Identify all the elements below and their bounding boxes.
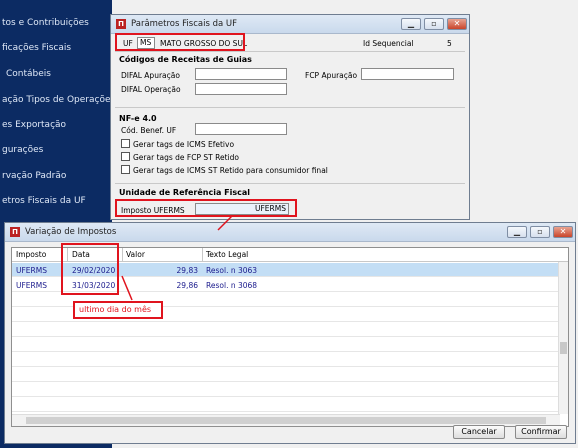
- fcp-st-retido-label: Gerar tags de FCP ST Retido: [133, 153, 239, 162]
- icms-efetivo-checkbox[interactable]: [121, 139, 130, 148]
- sidebar-item-exportacao[interactable]: es Exportação: [0, 116, 112, 134]
- app-logo-icon: Π: [116, 19, 126, 29]
- fcp-apuracao-label: FCP Apuração: [305, 71, 358, 80]
- cod-benef-label: Cód. Benef. UF: [121, 126, 177, 135]
- sidebar-item-label: etros Fiscais da UF: [2, 196, 86, 206]
- parametros-fiscais-window: Π Parâmetros Fiscais da UF ▁ ▫ ✕ UF MS M…: [110, 14, 470, 220]
- icms-st-consumidor-checkbox[interactable]: [121, 165, 130, 174]
- window-title: Variação de Impostos: [25, 227, 117, 237]
- highlight-data-column: [61, 243, 119, 295]
- scroll-thumb[interactable]: [560, 342, 567, 354]
- title-bar: Π Parâmetros Fiscais da UF ▁ ▫ ✕: [111, 15, 469, 34]
- scroll-thumb[interactable]: [26, 417, 546, 424]
- vertical-scrollbar[interactable]: [558, 262, 568, 414]
- group-title: Unidade de Referência Fiscal: [119, 188, 251, 197]
- group-title: NF-e 4.0: [119, 114, 157, 123]
- restore-button[interactable]: ▫: [530, 226, 550, 238]
- title-bar: Π Variação de Impostos ▁ ▫ ✕: [5, 223, 575, 242]
- cell-texto-legal: Resol. n 3068: [206, 281, 258, 290]
- icms-efetivo-label: Gerar tags de ICMS Efetivo: [133, 140, 235, 149]
- highlight-uferms: [115, 199, 297, 217]
- difal-operacao-label: DIFAL Operação: [121, 85, 181, 94]
- minimize-button[interactable]: ▁: [401, 18, 421, 30]
- annotation-text: ultimo dia do mês: [79, 305, 152, 314]
- difal-apuracao-field[interactable]: [195, 68, 287, 80]
- confirm-button[interactable]: Confirmar: [515, 425, 567, 439]
- difal-apuracao-label: DIFAL Apuração: [121, 71, 180, 80]
- sidebar-item-label: ação Tipos de Operações: [2, 95, 112, 105]
- sidebar-item-label: ficações Fiscais: [2, 43, 72, 53]
- sidebar-item-observacao-padrao[interactable]: rvação Padrão: [0, 167, 112, 185]
- column-separator: [122, 248, 123, 262]
- group-title: Códigos de Receitas de Guias: [119, 55, 252, 64]
- column-separator: [202, 248, 203, 262]
- cod-benef-field[interactable]: [195, 123, 287, 135]
- cell-imposto: UFERMS: [16, 266, 47, 275]
- difal-operacao-field[interactable]: [195, 83, 287, 95]
- sidebar-item-contabeis[interactable]: Contábeis: [0, 65, 112, 83]
- id-sequencial-label: Id Sequencial: [363, 39, 414, 48]
- table-row-empty: [12, 383, 560, 397]
- column-header-texto-legal[interactable]: Texto Legal: [206, 250, 248, 259]
- close-button[interactable]: ✕: [447, 18, 467, 30]
- minimize-button[interactable]: ▁: [507, 226, 527, 238]
- sidebar-item-label: Contábeis: [6, 69, 51, 79]
- restore-button[interactable]: ▫: [424, 18, 444, 30]
- icms-st-consumidor-label: Gerar tags de ICMS ST Retido para consum…: [133, 166, 328, 175]
- sidebar-item-label: rvação Padrão: [2, 171, 67, 181]
- sidebar-item-tipos-operacoes[interactable]: ação Tipos de Operações: [0, 91, 112, 109]
- sidebar-item-tributos[interactable]: tos e Contribuições: [0, 14, 112, 32]
- sidebar-item-classificacoes[interactable]: ficações Fiscais: [0, 39, 112, 57]
- sidebar-item-label: es Exportação: [2, 120, 67, 130]
- cell-texto-legal: Resol. n 3063: [206, 266, 258, 275]
- cell-valor: 29,86: [176, 281, 198, 290]
- app-logo-icon: Π: [10, 227, 20, 237]
- column-header-valor[interactable]: Valor: [126, 250, 145, 259]
- id-sequencial-value: 5: [447, 39, 452, 48]
- table-row-empty: [12, 398, 560, 412]
- cancel-button[interactable]: Cancelar: [453, 425, 505, 439]
- sidebar-item-label: tos e Contribuições: [2, 18, 89, 28]
- cell-valor: 29,83: [176, 266, 198, 275]
- fcp-apuracao-field[interactable]: [361, 68, 454, 80]
- table-row-empty: [12, 323, 560, 337]
- table-row-empty: [12, 368, 560, 382]
- table-row-empty: [12, 338, 560, 352]
- close-button[interactable]: ✕: [553, 226, 573, 238]
- highlight-uf: [115, 33, 245, 51]
- cell-imposto: UFERMS: [16, 281, 47, 290]
- sidebar-item-parametros-fiscais-uf[interactable]: etros Fiscais da UF: [0, 192, 112, 210]
- fcp-st-retido-checkbox[interactable]: [121, 152, 130, 161]
- window-title: Parâmetros Fiscais da UF: [131, 19, 237, 29]
- sidebar-item-configuracoes[interactable]: gurações: [0, 141, 112, 159]
- table-row-empty: [12, 353, 560, 367]
- column-header-imposto[interactable]: Imposto: [16, 250, 46, 259]
- sidebar-item-label: gurações: [2, 145, 44, 155]
- variacao-impostos-window: Π Variação de Impostos ▁ ▫ ✕ Imposto Dat…: [4, 222, 576, 444]
